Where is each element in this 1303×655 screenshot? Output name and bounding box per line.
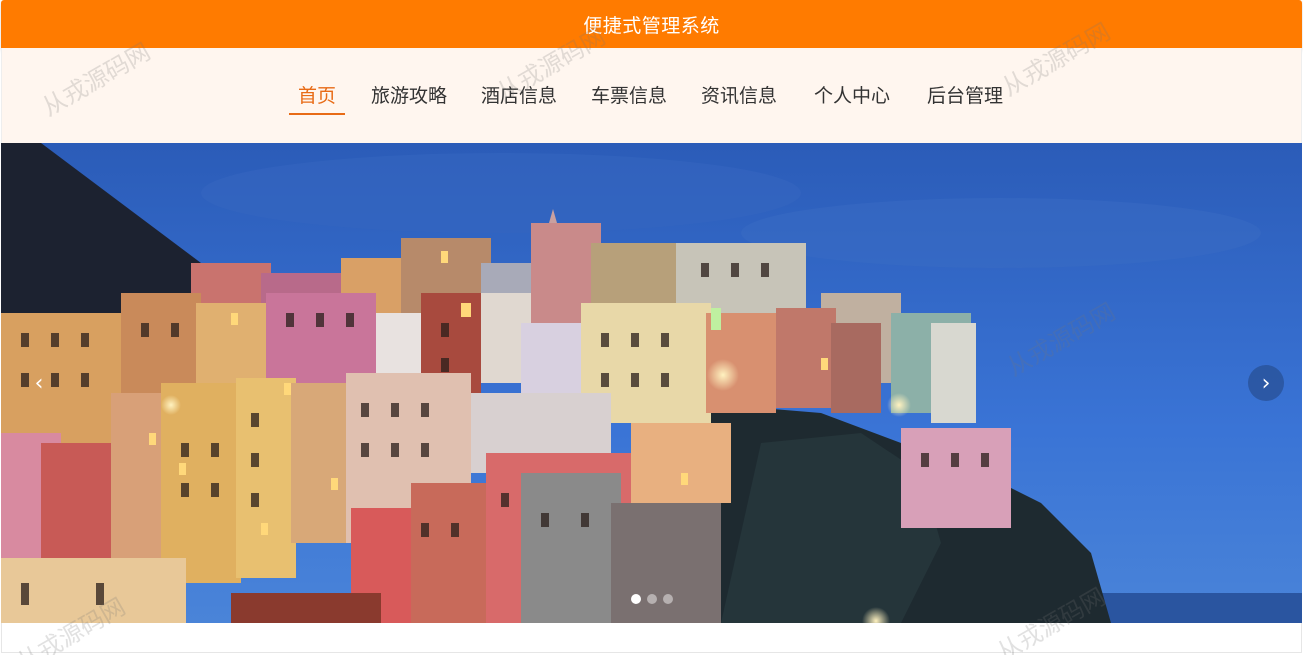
nav-item-home[interactable]: 首页	[289, 81, 346, 115]
nav-item-label: 酒店信息	[481, 85, 558, 107]
carousel-dot[interactable]	[631, 594, 641, 604]
app-title: 便捷式管理系统	[583, 14, 720, 37]
content-area	[1, 623, 1302, 653]
active-nav-underline	[289, 113, 346, 115]
chevron-right-icon: ›	[1261, 370, 1271, 396]
nav-item-label: 资讯信息	[701, 85, 778, 107]
nav-item-label: 车票信息	[591, 85, 668, 107]
carousel-indicators	[631, 594, 673, 604]
nav-item-label: 个人中心	[814, 85, 891, 107]
main-nav: 首页 旅游攻略 酒店信息 车票信息 资讯信息 个人中心 后台管理	[1, 48, 1302, 143]
nav-item-label: 旅游攻略	[371, 85, 448, 107]
carousel-next-button[interactable]: ›	[1248, 365, 1284, 401]
nav-item-hotels[interactable]: 酒店信息	[481, 81, 557, 115]
carousel-slide-image	[1, 143, 1302, 623]
carousel-dot[interactable]	[663, 594, 673, 604]
page: 便捷式管理系统 首页 旅游攻略 酒店信息 车票信息 资讯信息 个人中心 后台管理	[0, 0, 1303, 655]
app-header: 便捷式管理系统	[1, 0, 1302, 48]
nav-item-travel-guides[interactable]: 旅游攻略	[371, 81, 447, 115]
nav-item-tickets[interactable]: 车票信息	[591, 81, 667, 115]
carousel[interactable]: ‹ ›	[1, 143, 1302, 623]
nav-item-admin[interactable]: 后台管理	[927, 81, 1003, 115]
carousel-prev-button[interactable]: ‹	[21, 365, 57, 401]
nav-item-news[interactable]: 资讯信息	[701, 81, 777, 115]
nav-item-label: 首页	[298, 85, 337, 107]
nav-item-profile[interactable]: 个人中心	[814, 81, 890, 115]
carousel-dot[interactable]	[647, 594, 657, 604]
chevron-left-icon: ‹	[34, 370, 44, 396]
nav-item-label: 后台管理	[927, 85, 1004, 107]
